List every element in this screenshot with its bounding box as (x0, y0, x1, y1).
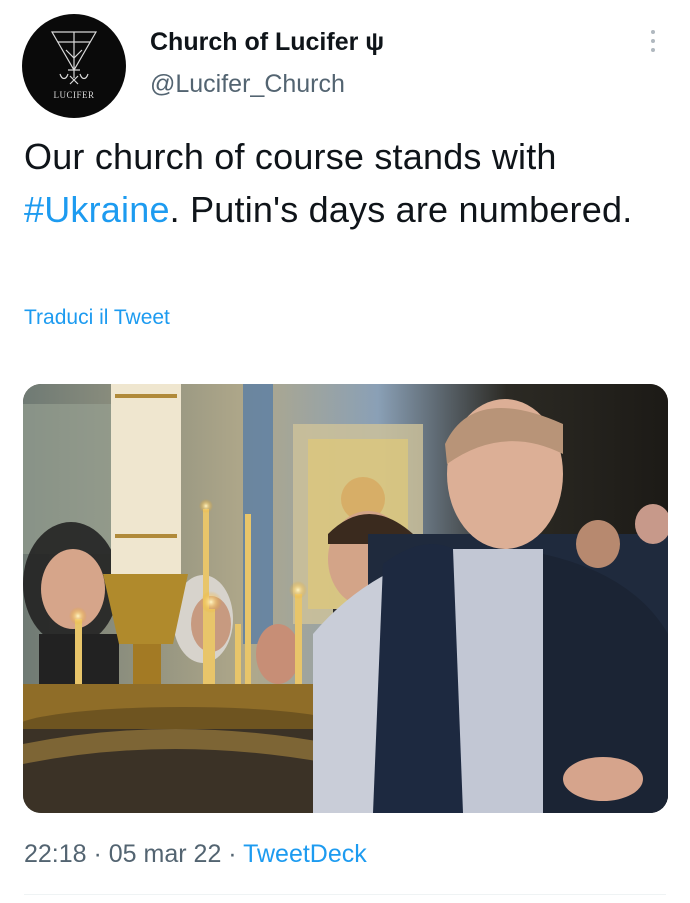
meta-separator: · (221, 840, 244, 868)
tweet-text-part: Our church of course stands with (24, 136, 557, 177)
photo-illustration (23, 384, 668, 813)
tweet-source-link[interactable]: TweetDeck (243, 840, 367, 868)
avatar-caption: LUCIFER (53, 90, 95, 100)
tweet-date[interactable]: 05 mar 22 (109, 840, 222, 868)
avatar[interactable]: LUCIFER (22, 14, 126, 118)
tweet-time[interactable]: 22:18 (24, 840, 87, 868)
translate-tweet-link[interactable]: Traduci il Tweet (24, 306, 170, 330)
divider (24, 894, 666, 895)
more-vertical-icon[interactable] (648, 30, 658, 60)
tweet-photo[interactable] (23, 384, 668, 813)
tweet-text-part: . Putin's days are numbered. (169, 189, 633, 230)
sigil-of-lucifer-icon (50, 31, 98, 85)
tweet-header: LUCIFER Church of Lucifer ψ @Lucifer_Chu… (22, 14, 668, 118)
tweet-text: Our church of course stands with #Ukrain… (24, 130, 664, 236)
hashtag-link[interactable]: #Ukraine (24, 189, 170, 230)
meta-separator: · (86, 840, 109, 868)
tweet-meta: 22:18 · 05 mar 22 · TweetDeck (24, 840, 367, 869)
user-handle[interactable]: @Lucifer_Church (150, 70, 345, 99)
display-name[interactable]: Church of Lucifer ψ (150, 28, 384, 57)
